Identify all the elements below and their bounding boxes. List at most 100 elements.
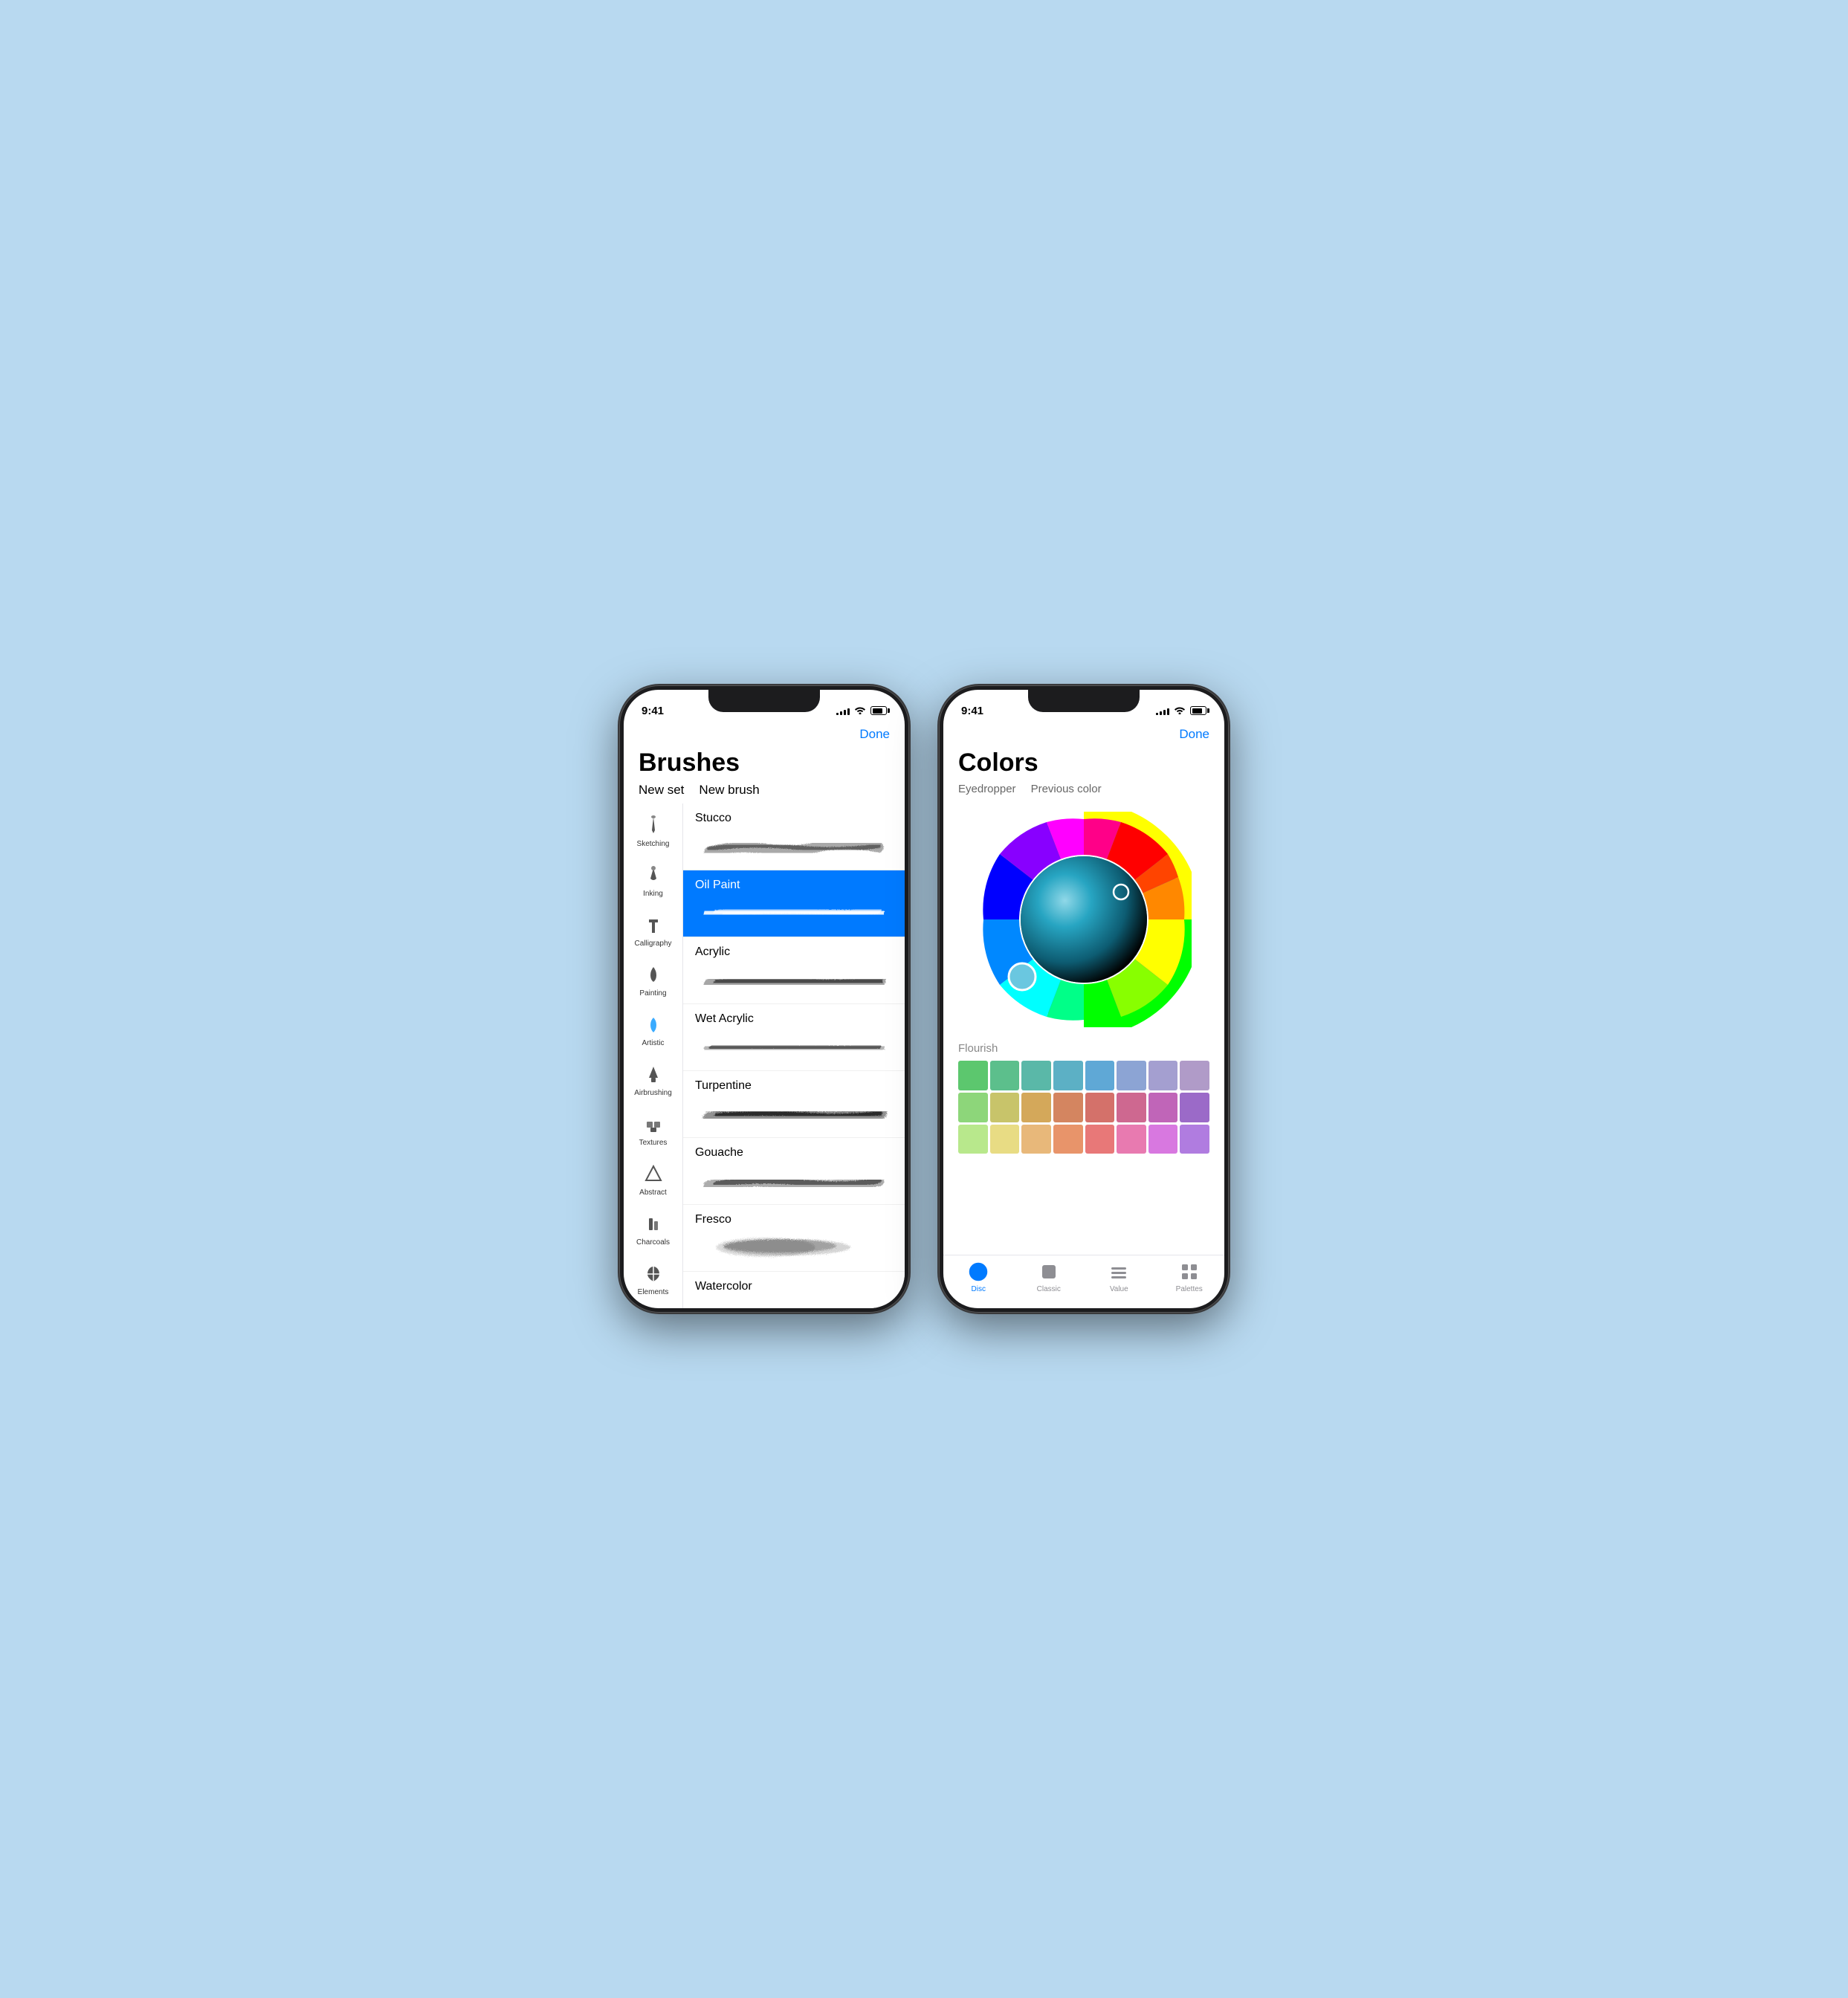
brush-name-oil-paint: Oil Paint <box>695 879 893 892</box>
brushes-title-row: Brushes <box>624 746 905 777</box>
palette-cell[interactable] <box>1117 1093 1146 1122</box>
palette-cell[interactable] <box>990 1061 1020 1090</box>
palette-cell[interactable] <box>1085 1061 1115 1090</box>
sidebar-item-spraypaints[interactable]: Spraypaints <box>624 1304 682 1308</box>
brush-name-gouache: Gouache <box>695 1146 893 1160</box>
sidebar-item-painting[interactable]: Painting <box>624 956 682 1006</box>
sidebar-item-airbrushing[interactable]: Airbrushing <box>624 1055 682 1105</box>
sidebar-label-textures: Textures <box>639 1139 668 1148</box>
right-wifi-icon <box>1174 705 1186 717</box>
brush-item-fresco[interactable]: Fresco <box>683 1205 905 1272</box>
sidebar-item-charcoals[interactable]: Charcoals <box>624 1205 682 1255</box>
tab-value[interactable]: Value <box>1084 1261 1154 1293</box>
sketching-icon <box>642 814 665 838</box>
wifi-icon <box>854 705 866 717</box>
sidebar-label-elements: Elements <box>638 1288 669 1297</box>
tab-classic[interactable]: Classic <box>1014 1261 1085 1293</box>
palette-cell[interactable] <box>1053 1125 1083 1154</box>
brush-name-acrylic: Acrylic <box>695 945 893 959</box>
palette-cell[interactable] <box>958 1061 988 1090</box>
brush-stroke-stucco <box>695 830 893 862</box>
palette-cell[interactable] <box>1117 1125 1146 1154</box>
palette-cell[interactable] <box>1085 1093 1115 1122</box>
brushes-screen: 9:41 <box>624 690 905 1308</box>
sidebar-item-abstract[interactable]: Abstract <box>624 1155 682 1205</box>
brush-list: Stucco Oil Paint <box>683 804 905 1308</box>
brush-item-turpentine[interactable]: Turpentine <box>683 1071 905 1138</box>
palette-cell[interactable] <box>990 1093 1020 1122</box>
palette-cell[interactable] <box>1021 1093 1051 1122</box>
tab-palettes[interactable]: Palettes <box>1154 1261 1225 1293</box>
brush-stroke-fresco <box>695 1231 893 1264</box>
brush-item-stucco[interactable]: Stucco <box>683 804 905 870</box>
brush-stroke-acrylic <box>695 963 893 996</box>
palette-cell[interactable] <box>1053 1093 1083 1122</box>
palette-cell[interactable] <box>1148 1125 1178 1154</box>
palettes-icon <box>1179 1261 1200 1282</box>
artistic-icon <box>642 1013 665 1037</box>
palette-cell[interactable] <box>1180 1093 1209 1122</box>
palette-cell[interactable] <box>1053 1061 1083 1090</box>
classic-tab-label: Classic <box>1037 1285 1061 1293</box>
brush-name-wet-acrylic: Wet Acrylic <box>695 1012 893 1026</box>
palette-grid <box>958 1061 1209 1154</box>
brush-item-oil-paint[interactable]: Oil Paint <box>683 870 905 937</box>
palette-cell[interactable] <box>1117 1061 1146 1090</box>
sidebar-item-textures[interactable]: Textures <box>624 1105 682 1155</box>
sidebar-item-inking[interactable]: Inking <box>624 856 682 906</box>
colors-done-button[interactable]: Done <box>1179 722 1209 746</box>
textures-icon <box>642 1113 665 1137</box>
hue-selector-handle[interactable] <box>1009 963 1036 990</box>
sidebar-item-sketching[interactable]: Sketching <box>624 806 682 856</box>
brush-item-wet-acrylic[interactable]: Wet Acrylic <box>683 1004 905 1071</box>
palette-cell[interactable] <box>1148 1093 1178 1122</box>
palette-cell[interactable] <box>1021 1061 1051 1090</box>
palette-label: Flourish <box>958 1042 1209 1055</box>
brush-name-fresco: Fresco <box>695 1213 893 1226</box>
brush-name-watercolor: Watercolor <box>695 1280 893 1293</box>
value-icon <box>1108 1261 1129 1282</box>
notch <box>708 690 820 712</box>
brush-item-gouache[interactable]: Gouache <box>683 1138 905 1205</box>
new-brush-button[interactable]: New brush <box>699 783 759 798</box>
status-time: 9:41 <box>642 705 664 717</box>
sidebar-label-abstract: Abstract <box>639 1189 667 1197</box>
brush-stroke-oil-paint <box>695 896 893 929</box>
colors-screen: 9:41 <box>943 690 1224 1308</box>
disc-icon <box>968 1261 989 1282</box>
new-set-button[interactable]: New set <box>639 783 684 798</box>
inking-icon <box>642 864 665 888</box>
classic-icon <box>1038 1261 1059 1282</box>
brush-item-watercolor[interactable]: Watercolor <box>683 1272 905 1308</box>
brushes-header: Done <box>624 722 905 746</box>
right-status-time: 9:41 <box>961 705 983 717</box>
tab-disc[interactable]: Disc <box>943 1261 1014 1293</box>
colors-title-row: Colors <box>943 746 1224 780</box>
sidebar-label-airbrushing: Airbrushing <box>634 1089 672 1098</box>
brush-stroke-turpentine <box>695 1097 893 1130</box>
color-wheel-svg[interactable] <box>976 812 1192 1027</box>
palette-cell[interactable] <box>958 1125 988 1154</box>
brush-stroke-gouache <box>695 1164 893 1197</box>
palette-cell[interactable] <box>1085 1125 1115 1154</box>
right-status-icons <box>1156 705 1206 717</box>
sidebar-item-elements[interactable]: Elements <box>624 1255 682 1304</box>
palette-cell[interactable] <box>1180 1125 1209 1154</box>
painting-icon <box>642 963 665 987</box>
palette-cell[interactable] <box>1148 1061 1178 1090</box>
brush-name-turpentine: Turpentine <box>695 1079 893 1093</box>
done-button[interactable]: Done <box>859 722 890 746</box>
sidebar-item-artistic[interactable]: Artistic <box>624 1006 682 1055</box>
palette-cell[interactable] <box>958 1093 988 1122</box>
brush-item-acrylic[interactable]: Acrylic <box>683 937 905 1004</box>
palette-cell[interactable] <box>990 1125 1020 1154</box>
sidebar-item-calligraphy[interactable]: Calligraphy <box>624 906 682 956</box>
color-tabs: Disc Classic <box>943 1255 1224 1308</box>
previous-color-button[interactable]: Previous color <box>1031 783 1102 795</box>
brush-sidebar: Sketching Inking Calligr <box>624 804 683 1308</box>
palette-cell[interactable] <box>1021 1125 1051 1154</box>
palette-cell[interactable] <box>1180 1061 1209 1090</box>
airbrushing-icon <box>642 1063 665 1087</box>
color-wheel-container[interactable] <box>943 804 1224 1042</box>
eyedropper-button[interactable]: Eyedropper <box>958 783 1016 795</box>
